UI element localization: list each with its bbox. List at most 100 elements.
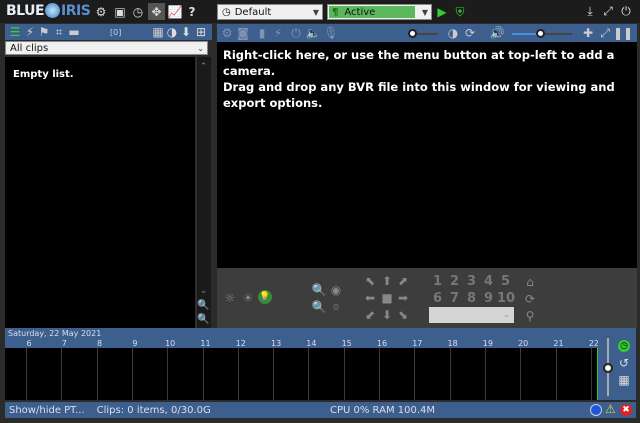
preset-button[interactable]: 8 [467, 291, 476, 306]
shield-icon[interactable]: ⛨ [453, 5, 467, 19]
preset-button[interactable]: 10 [497, 291, 515, 306]
timeline-gridline [96, 348, 98, 400]
play-icon[interactable]: ▶ [436, 5, 448, 19]
move-icon[interactable]: ✥ [148, 3, 165, 20]
refresh-icon[interactable]: ⟳ [524, 292, 536, 305]
volume-icon[interactable]: 🔊 [490, 27, 505, 39]
mute-icon[interactable]: 🔈 [306, 27, 321, 39]
fullscreen-icon[interactable]: ⤢ [601, 4, 615, 18]
pan-up-right-icon[interactable]: ⬈ [397, 274, 409, 288]
clapper-icon[interactable]: ▣ [113, 5, 127, 19]
status-circle-icon[interactable] [590, 404, 602, 416]
clips-list-icon[interactable]: ☰ [9, 26, 21, 38]
pan-up-left-icon[interactable]: ⬉ [364, 274, 376, 288]
timeline[interactable] [5, 348, 598, 400]
pan-down-right-icon[interactable]: ⬊ [397, 308, 409, 322]
help-icon[interactable]: ? [186, 5, 198, 19]
slider-knob[interactable] [408, 29, 417, 38]
gear-icon[interactable]: ⚙ [94, 5, 108, 19]
alerts-icon[interactable]: ⚡ [25, 26, 35, 38]
ptz-stop-icon[interactable]: ■ [381, 291, 393, 305]
clock-icon[interactable]: ◷ [131, 5, 145, 19]
clips-list[interactable]: Empty list. [5, 57, 195, 328]
preset-button[interactable]: 6 [433, 291, 442, 306]
error-icon[interactable]: ✖ [620, 404, 632, 416]
undo-icon[interactable]: ↺ [618, 357, 630, 369]
logo-eye-icon [45, 3, 61, 18]
scroll-up-icon[interactable]: ⌃ [197, 62, 210, 72]
flag-icon[interactable]: ⚑ [38, 26, 50, 38]
preset-button[interactable]: 2 [450, 274, 459, 289]
schedule-value: Active [344, 6, 376, 18]
map-icon[interactable]: ⊞ [194, 26, 208, 38]
preset-button[interactable]: 9 [484, 291, 493, 306]
slider-knob[interactable] [536, 29, 545, 38]
microphone-icon[interactable]: 🎙 [323, 27, 338, 39]
download-icon[interactable]: ⬇ [180, 26, 192, 38]
timeline-hour-label: 15 [341, 339, 352, 348]
record-icon[interactable]: ▮ [256, 27, 268, 39]
timeline-hour-label: 11 [200, 339, 211, 348]
calendar-icon[interactable]: ▦ [152, 26, 164, 38]
timeline-hour-label: 14 [306, 339, 317, 348]
eye-icon[interactable]: ◉ [330, 284, 342, 296]
folder-icon[interactable]: ▬ [68, 26, 80, 38]
pause-icon[interactable]: ❚❚ [613, 27, 633, 39]
zoom-out-icon[interactable]: 🔍 [312, 301, 327, 313]
timeline-hour-label: 13 [271, 339, 282, 348]
clips-filter-value: All clips [10, 42, 49, 54]
zoom-in-icon[interactable]: 🔍 [312, 284, 327, 296]
ir-light-icon[interactable]: 💡 [258, 290, 272, 304]
show-hide-ptz-button[interactable]: Show/hide PT... [9, 405, 85, 416]
preset-button[interactable]: 1 [433, 274, 442, 289]
warning-icon[interactable]: ⚠ [605, 402, 616, 416]
pan-right-icon[interactable]: ➡ [397, 291, 409, 305]
preset-button[interactable]: 5 [501, 274, 510, 289]
pan-left-icon[interactable]: ⬅ [364, 291, 376, 305]
slider-knob[interactable] [603, 363, 613, 373]
scroll-down-icon[interactable]: ⌄ [197, 286, 210, 296]
location-icon[interactable]: ⚲ [524, 309, 536, 322]
timeline-hour-label: 9 [132, 339, 138, 348]
pan-down-icon[interactable]: ⬇ [381, 308, 393, 322]
brightness-up-icon[interactable]: ☀ [242, 292, 254, 304]
power-icon[interactable]: ⏻ [290, 27, 302, 39]
calendar-icon[interactable]: ▦ [618, 374, 630, 386]
instruction-line: Drag and drop any BVR file into this win… [223, 80, 615, 110]
zoom-out-icon[interactable]: 🔍 [197, 314, 210, 326]
timeline-gridline [520, 348, 522, 400]
pan-down-left-icon[interactable]: ⬋ [364, 308, 376, 322]
chart-icon[interactable]: 📈 [168, 5, 183, 19]
snapshot-icon[interactable]: ◙ [237, 27, 249, 39]
brightness-down-icon[interactable]: ☼ [224, 292, 236, 304]
preset-select[interactable]: ⌄ [429, 307, 514, 323]
focus-icon[interactable]: ◎ [330, 301, 342, 313]
download-icon[interactable]: ⤓ [583, 4, 597, 18]
ptz-panel [217, 268, 637, 328]
clock-icon[interactable]: ◷ [618, 340, 630, 352]
camera-cycle-icon[interactable]: ◑ [447, 27, 459, 39]
camera-filter-icon[interactable]: ◑ [166, 26, 178, 38]
performance-status: CPU 0% RAM 100.4M [330, 404, 435, 416]
preset-button[interactable]: 3 [467, 274, 476, 289]
preset-button[interactable]: 4 [484, 274, 493, 289]
pan-up-icon[interactable]: ⬆ [381, 274, 393, 288]
add-icon[interactable]: ✚ [582, 27, 594, 39]
crop-icon[interactable]: ⌗ [53, 26, 65, 38]
fullscreen-icon[interactable]: ⤢ [599, 27, 611, 39]
clips-filter-select[interactable]: All clips ⌄ [5, 41, 208, 55]
trigger-icon[interactable]: ⚡ [273, 27, 283, 39]
schedule-select[interactable]: ¶ Active ▼ [327, 4, 432, 20]
gear-icon[interactable]: ⚙ [221, 27, 233, 39]
home-icon[interactable]: ⌂ [524, 275, 536, 288]
timeline-gridline [202, 348, 204, 400]
refresh-icon[interactable]: ⟳ [463, 27, 477, 39]
camera-view[interactable]: Right-click here, or use the menu button… [217, 42, 637, 268]
profile-select[interactable]: ◷ Default ▼ [217, 4, 323, 20]
power-icon[interactable]: ⏻ [619, 4, 633, 18]
timeline-hour-label: 6 [26, 339, 32, 348]
preset-button[interactable]: 7 [450, 291, 459, 306]
logo-text: BLUE [6, 3, 45, 19]
instruction-line: Right-click here, or use the menu button… [223, 48, 615, 78]
zoom-in-icon[interactable]: 🔍 [197, 300, 210, 312]
